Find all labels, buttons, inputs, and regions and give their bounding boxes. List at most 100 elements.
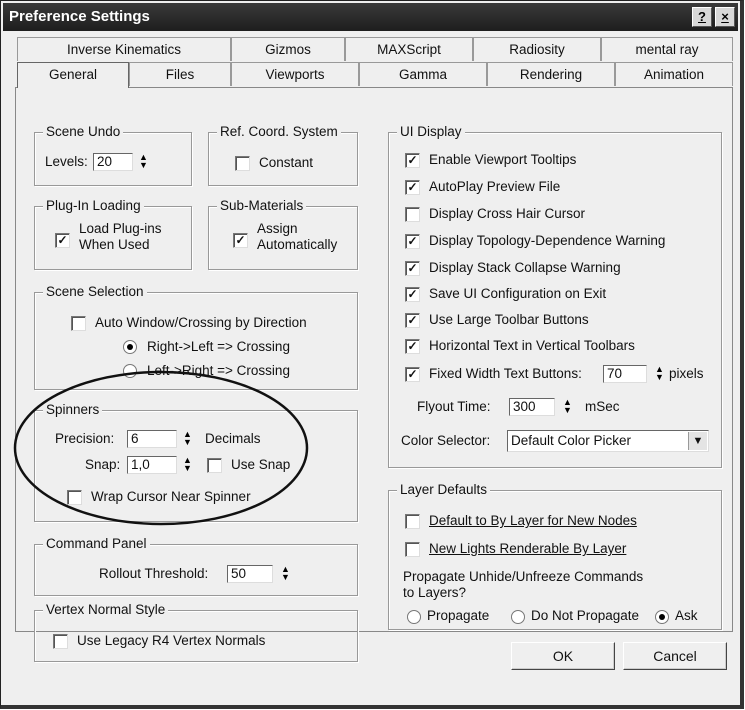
help-button[interactable]: ? xyxy=(692,7,712,27)
use-snap-label: Use Snap xyxy=(231,457,291,472)
spinners-title: Spinners xyxy=(43,402,103,417)
stack-collapse-warning-checkbox[interactable]: ✓ xyxy=(405,261,420,276)
color-selector-label: Color Selector: xyxy=(401,433,491,448)
plugin-loading-group: Plug-In Loading ✓ Load Plug-ins When Use… xyxy=(34,198,192,270)
chevron-down-icon[interactable]: ▼ xyxy=(688,432,707,450)
auto-window-checkbox[interactable] xyxy=(71,316,86,331)
large-toolbar-buttons-checkbox[interactable]: ✓ xyxy=(405,313,420,328)
scene-selection-group: Scene Selection Auto Window/Crossing by … xyxy=(34,284,358,390)
plugin-loading-title: Plug-In Loading xyxy=(43,198,144,213)
fixed-width-input[interactable]: 70 xyxy=(603,365,647,383)
tab-row-bottom: General Files Viewports Gamma Rendering … xyxy=(17,62,733,88)
levels-input[interactable]: 20 xyxy=(93,153,133,171)
levels-spinner-icon[interactable]: ▲ ▼ xyxy=(137,153,150,171)
command-panel-title: Command Panel xyxy=(43,536,150,551)
enable-viewport-tooltips-checkbox[interactable]: ✓ xyxy=(405,153,420,168)
flyout-spinner-icon[interactable]: ▲ ▼ xyxy=(561,398,574,416)
snap-input[interactable]: 1,0 xyxy=(127,456,177,474)
auto-window-label: Auto Window/Crossing by Direction xyxy=(95,315,307,330)
vertex-normal-title: Vertex Normal Style xyxy=(43,602,169,617)
fixed-width-text-checkbox[interactable]: ✓ xyxy=(405,367,420,382)
new-lights-label: New Lights Renderable By Layer xyxy=(429,541,627,556)
load-plugins-checkbox[interactable]: ✓ xyxy=(55,233,70,248)
msec-label: mSec xyxy=(585,399,620,414)
command-panel-group: Command Panel Rollout Threshold: 50 ▲ ▼ xyxy=(34,536,358,596)
layer-defaults-group: Layer Defaults Default to By Layer for N… xyxy=(388,482,722,630)
default-bylayer-checkbox[interactable] xyxy=(405,514,420,529)
levels-label: Levels: xyxy=(45,154,88,169)
wrap-cursor-checkbox[interactable] xyxy=(67,490,82,505)
cross-hair-cursor-label: Display Cross Hair Cursor xyxy=(429,206,586,221)
ref-coord-system-group: Ref. Coord. System Constant xyxy=(208,124,358,186)
ui-display-group: UI Display ✓ Enable Viewport Tooltips ✓ … xyxy=(388,124,722,468)
snap-label: Snap: xyxy=(85,457,121,472)
tab-general[interactable]: General xyxy=(17,62,129,88)
propagate-radio[interactable] xyxy=(407,610,421,624)
precision-input[interactable]: 6 xyxy=(127,430,177,448)
load-plugins-label-line1: Load Plug-ins xyxy=(79,221,162,236)
sub-materials-title: Sub-Materials xyxy=(217,198,307,213)
snap-spinner-icon[interactable]: ▲ ▼ xyxy=(181,456,194,474)
assign-automatically-checkbox[interactable]: ✓ xyxy=(233,233,248,248)
propagate-question-line1: Propagate Unhide/Unfreeze Commands xyxy=(403,569,644,584)
layer-defaults-title: Layer Defaults xyxy=(397,482,491,497)
tab-radiosity[interactable]: Radiosity xyxy=(473,37,601,61)
cancel-button[interactable]: Cancel xyxy=(623,642,727,670)
spinners-group: Spinners Precision: 6 ▲ ▼ Decimals Snap: … xyxy=(34,402,358,522)
tab-gizmos[interactable]: Gizmos xyxy=(231,37,345,61)
horizontal-text-label: Horizontal Text in Vertical Toolbars xyxy=(429,338,635,353)
close-button[interactable]: × xyxy=(715,7,735,27)
color-selector-dropdown[interactable]: Default Color Picker ▼ xyxy=(507,430,709,452)
do-not-propagate-label: Do Not Propagate xyxy=(531,608,640,623)
tab-files[interactable]: Files xyxy=(129,62,231,86)
load-plugins-label-line2: When Used xyxy=(79,237,150,252)
ask-radio[interactable] xyxy=(655,610,669,624)
large-toolbar-buttons-label: Use Large Toolbar Buttons xyxy=(429,312,589,327)
ask-label: Ask xyxy=(675,608,698,623)
window-title: Preference Settings xyxy=(9,8,150,25)
decimals-label: Decimals xyxy=(205,431,261,446)
constant-checkbox[interactable] xyxy=(235,156,250,171)
left-right-label: Left->Right => Crossing xyxy=(147,363,290,378)
enable-viewport-tooltips-label: Enable Viewport Tooltips xyxy=(429,152,577,167)
tab-row-top: Inverse Kinematics Gizmos MAXScript Radi… xyxy=(17,37,733,63)
precision-label: Precision: xyxy=(55,431,115,446)
title-bar: Preference Settings ? × xyxy=(3,3,738,31)
assign-label-line2: Automatically xyxy=(257,237,338,252)
tab-gamma[interactable]: Gamma xyxy=(359,62,487,86)
left-right-radio[interactable] xyxy=(123,364,137,378)
use-snap-checkbox[interactable] xyxy=(207,458,222,473)
tab-viewports[interactable]: Viewports xyxy=(231,62,359,86)
scene-selection-title: Scene Selection xyxy=(43,284,147,299)
tab-rendering[interactable]: Rendering xyxy=(487,62,615,86)
do-not-propagate-radio[interactable] xyxy=(511,610,525,624)
rollout-spinner-icon[interactable]: ▲ ▼ xyxy=(279,565,292,583)
topology-warning-checkbox[interactable]: ✓ xyxy=(405,234,420,249)
pixels-label: pixels xyxy=(669,366,704,381)
default-bylayer-label: Default to By Layer for New Nodes xyxy=(429,513,637,528)
save-ui-config-checkbox[interactable]: ✓ xyxy=(405,287,420,302)
right-left-radio[interactable] xyxy=(123,340,137,354)
ui-display-title: UI Display xyxy=(397,124,465,139)
horizontal-text-checkbox[interactable]: ✓ xyxy=(405,339,420,354)
sub-materials-group: Sub-Materials ✓ Assign Automatically xyxy=(208,198,358,270)
tab-inverse-kinematics[interactable]: Inverse Kinematics xyxy=(17,37,231,61)
fixed-width-spinner-icon[interactable]: ▲ ▼ xyxy=(653,365,666,383)
tab-maxscript[interactable]: MAXScript xyxy=(345,37,473,61)
new-lights-checkbox[interactable] xyxy=(405,542,420,557)
flyout-time-input[interactable]: 300 xyxy=(509,398,555,416)
legacy-normals-label: Use Legacy R4 Vertex Normals xyxy=(77,633,266,648)
legacy-normals-checkbox[interactable] xyxy=(53,634,68,649)
tab-animation[interactable]: Animation xyxy=(615,62,733,86)
rollout-threshold-label: Rollout Threshold: xyxy=(99,566,209,581)
rollout-threshold-input[interactable]: 50 xyxy=(227,565,273,583)
cross-hair-cursor-checkbox[interactable] xyxy=(405,207,420,222)
preference-settings-dialog: Preference Settings ? × Inverse Kinemati… xyxy=(0,0,744,709)
fixed-width-text-label: Fixed Width Text Buttons: xyxy=(429,366,582,381)
vertex-normal-group: Vertex Normal Style Use Legacy R4 Vertex… xyxy=(34,602,358,662)
tab-mental-ray[interactable]: mental ray xyxy=(601,37,733,61)
precision-spinner-icon[interactable]: ▲ ▼ xyxy=(181,430,194,448)
ok-button[interactable]: OK xyxy=(511,642,615,670)
scene-undo-group: Scene Undo Levels: 20 ▲ ▼ xyxy=(34,124,192,186)
autoplay-preview-checkbox[interactable]: ✓ xyxy=(405,180,420,195)
